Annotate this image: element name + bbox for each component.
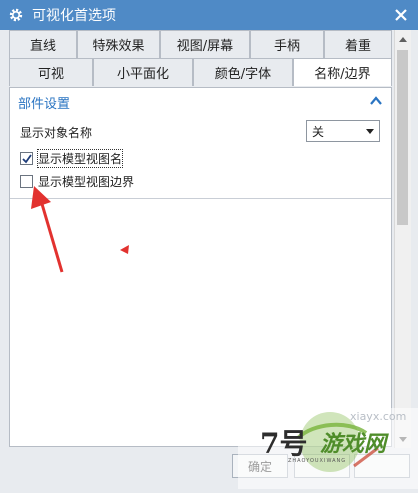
vertical-scrollbar[interactable] (394, 30, 411, 448)
scroll-up-button[interactable] (395, 30, 411, 47)
cancel-button[interactable] (354, 454, 410, 478)
tab-emphasis[interactable]: 着重 (324, 30, 392, 58)
section-divider (10, 198, 391, 199)
section-title: 部件设置 (18, 96, 71, 112)
tab-handles[interactable]: 手柄 (250, 30, 324, 58)
show-object-name-select[interactable]: 关 (306, 120, 380, 142)
close-icon (395, 9, 407, 21)
tab-line[interactable]: 直线 (9, 30, 77, 58)
ok-button[interactable]: 确定 (232, 454, 288, 478)
tab-faceting[interactable]: 小平面化 (93, 58, 193, 86)
dialog-footer: 确定 (0, 448, 418, 489)
title-bar: 可视化首选项 (0, 0, 418, 30)
chevron-up-icon[interactable] (369, 94, 383, 108)
apply-button[interactable] (294, 454, 350, 478)
show-model-view-name-label: 显示模型视图名 (36, 149, 124, 168)
tab-visible[interactable]: 可视 (9, 58, 93, 86)
checkbox-unchecked[interactable] (20, 175, 33, 188)
show-object-name-label: 显示对象名称 (20, 126, 93, 140)
section-header[interactable]: 部件设置 (10, 88, 391, 116)
show-model-view-border-label: 显示模型视图边界 (38, 175, 135, 189)
scroll-down-arrow-icon (399, 436, 407, 442)
tab-color-font[interactable]: 颜色/字体 (193, 58, 293, 86)
checkbox-checked[interactable] (20, 152, 33, 165)
tab-names-borders[interactable]: 名称/边界 (293, 58, 392, 86)
tab-row-1: 直线 特殊效果 视图/屏幕 手柄 着重 (9, 30, 392, 58)
settings-panel: 部件设置 显示对象名称 关 显示模型视图名 显示模型视图边界 (9, 87, 392, 447)
window-title: 可视化首选项 (32, 8, 116, 24)
chevron-down-icon (366, 129, 374, 134)
close-button[interactable] (390, 4, 412, 26)
scroll-down-button[interactable] (395, 431, 411, 448)
tab-view-screen[interactable]: 视图/屏幕 (160, 30, 250, 58)
tab-row-2: 可视 小平面化 颜色/字体 名称/边界 (9, 58, 392, 86)
gear-icon (9, 8, 23, 22)
tab-strip: 直线 特殊效果 视图/屏幕 手柄 着重 可视 小平面化 颜色/字体 名称/边界 (9, 30, 392, 86)
scroll-up-arrow-icon (399, 36, 407, 42)
scroll-thumb[interactable] (397, 50, 408, 225)
tab-special-effects[interactable]: 特殊效果 (77, 30, 160, 58)
show-model-view-border-checkbox[interactable]: 显示模型视图边界 (20, 173, 134, 190)
show-model-view-name-checkbox[interactable]: 显示模型视图名 (20, 149, 124, 168)
checkmark-icon (21, 153, 32, 163)
show-object-name-value: 关 (312, 124, 325, 139)
